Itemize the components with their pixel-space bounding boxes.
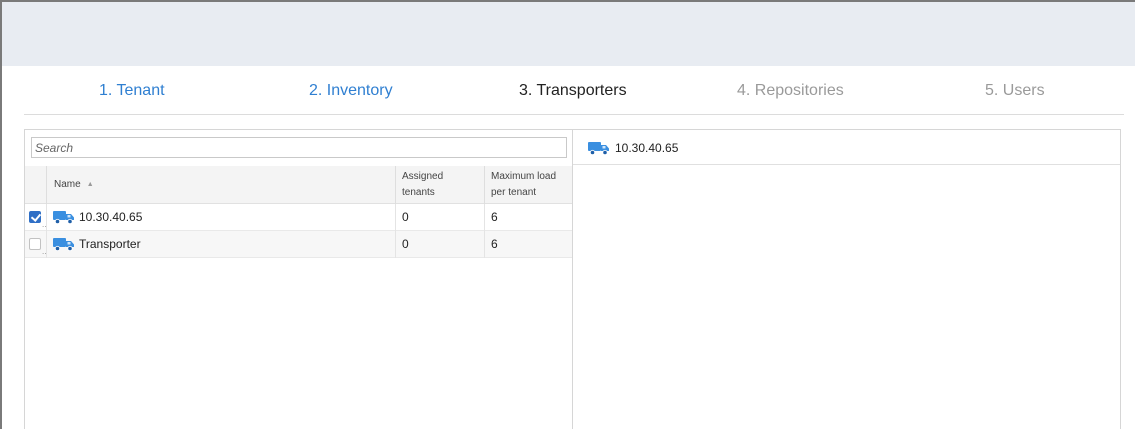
wizard-steps: 1. Tenant 2. Inventory 3. Transporters 4… — [24, 80, 1124, 104]
steps-divider — [24, 114, 1124, 115]
row-checkbox[interactable] — [29, 238, 41, 250]
transporter-list-panel: Name ▲ Assigned tenants Maximum load per … — [24, 129, 573, 429]
name-header-label: Name — [54, 179, 81, 190]
assigned-header-line1: Assigned — [402, 171, 444, 182]
sort-ascending-icon: ▲ — [86, 181, 94, 188]
maxload-header-line1: Maximum load — [491, 171, 557, 182]
max-load-value: 6 — [491, 237, 498, 251]
truck-icon — [53, 211, 74, 224]
header-separator — [46, 166, 47, 204]
assigned-tenants-value: 0 — [402, 237, 409, 251]
step-tenant[interactable]: 1. Tenant — [99, 80, 165, 102]
assigned-tenants-value: 0 — [402, 210, 409, 224]
column-separator — [46, 231, 47, 258]
column-separator — [395, 231, 396, 258]
assigned-header-line2: tenants — [402, 187, 435, 198]
transporter-table: Name ▲ Assigned tenants Maximum load per … — [25, 166, 572, 258]
search-input[interactable] — [31, 137, 567, 158]
column-separator — [395, 204, 396, 231]
row-checkbox[interactable] — [29, 211, 41, 223]
assigned-tenants-column-header[interactable]: Assigned tenants — [402, 166, 443, 204]
details-header: 10.30.40.65 — [573, 130, 1120, 165]
transporter-name: Transporter — [79, 237, 141, 251]
column-separator — [484, 204, 485, 231]
column-separator — [46, 204, 47, 231]
transporter-name: 10.30.40.65 — [79, 210, 143, 224]
step-users: 5. Users — [985, 82, 1045, 99]
table-row[interactable]: .. 10.30.40.65 0 6 — [25, 204, 572, 231]
max-load-column-header[interactable]: Maximum load per tenant — [491, 166, 556, 204]
step-inventory[interactable]: 2. Inventory — [309, 80, 393, 102]
table-row[interactable]: .. Transporter 0 6 — [25, 231, 572, 258]
truck-icon — [53, 238, 74, 251]
step-repositories: 4. Repositories — [737, 82, 844, 99]
header-separator — [395, 166, 396, 204]
table-header: Name ▲ Assigned tenants Maximum load per … — [25, 166, 572, 204]
maxload-header-line2: per tenant — [491, 187, 537, 198]
name-column-header[interactable]: Name ▲ — [54, 166, 94, 204]
step-transporters[interactable]: 3. Transporters — [519, 80, 627, 102]
top-banner — [2, 2, 1135, 66]
truck-icon — [588, 142, 609, 155]
header-separator — [484, 166, 485, 204]
max-load-value: 6 — [491, 210, 498, 224]
transporter-details-panel: 10.30.40.65 — [572, 129, 1121, 429]
column-separator — [484, 231, 485, 258]
details-title: 10.30.40.65 — [615, 141, 679, 155]
